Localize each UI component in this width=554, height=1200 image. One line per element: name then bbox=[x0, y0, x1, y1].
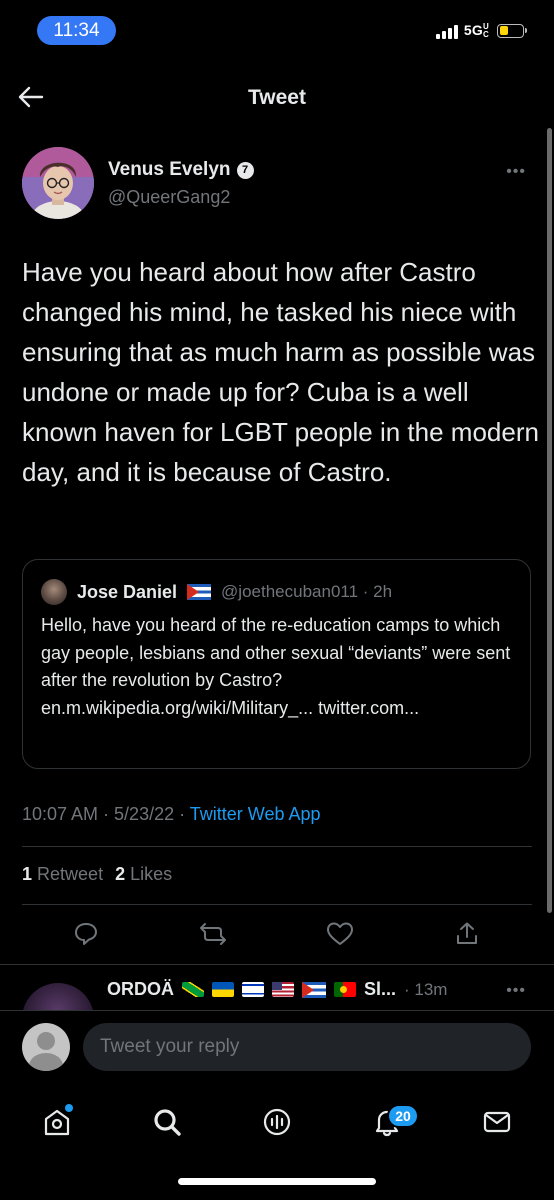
retweet-count: 1 bbox=[22, 864, 33, 884]
cellular-signal-icon bbox=[435, 23, 458, 39]
home-indicator[interactable] bbox=[178, 1178, 376, 1185]
reply-more-options-button[interactable]: ••• bbox=[506, 982, 526, 1000]
tweet-text: Have you heard about how after Castro ch… bbox=[22, 257, 539, 487]
tweet-metadata: 10:07 AM · 5/23/22 · Twitter Web App bbox=[22, 804, 321, 825]
quoted-tweet-header: Jose Daniel @joethecuban011 · 2h bbox=[41, 578, 512, 606]
spaces-icon bbox=[263, 1108, 291, 1136]
divider bbox=[0, 964, 554, 965]
status-indicators: 5GUC bbox=[435, 22, 527, 40]
portugal-flag-icon bbox=[334, 982, 356, 997]
badge-icon: 7 bbox=[236, 161, 254, 179]
author-name-row: Venus Evelyn 7 bbox=[108, 159, 254, 181]
battery-icon bbox=[497, 23, 527, 38]
tab-home[interactable] bbox=[35, 1100, 79, 1144]
search-icon bbox=[154, 1109, 181, 1136]
user-avatar[interactable] bbox=[22, 1023, 70, 1071]
tweet-stats: 1 Retweet 2 Likes bbox=[22, 864, 172, 885]
cuba-flag-icon bbox=[302, 981, 326, 998]
reply-tweet-header[interactable]: ORDOÄ Sl... · 13m bbox=[107, 979, 447, 1000]
author-handle[interactable]: @QueerGang2 bbox=[108, 187, 230, 208]
author-avatar[interactable] bbox=[22, 147, 94, 219]
reply-time: · 13m bbox=[404, 979, 448, 999]
mail-icon bbox=[483, 1111, 511, 1133]
scrollbar[interactable] bbox=[547, 128, 552, 913]
retweets-stat[interactable]: 1 Retweet bbox=[22, 864, 103, 885]
tab-notifications[interactable]: 20 bbox=[365, 1100, 419, 1144]
quoted-author-avatar bbox=[41, 579, 67, 605]
author-name[interactable]: Venus Evelyn bbox=[108, 159, 231, 181]
quoted-author-name: Jose Daniel bbox=[77, 581, 178, 602]
usa-flag-icon bbox=[272, 982, 294, 997]
page-title: Tweet bbox=[248, 86, 306, 109]
ukraine-flag-icon bbox=[212, 982, 234, 997]
like-label: Likes bbox=[130, 864, 173, 884]
reply-input[interactable] bbox=[83, 1023, 531, 1071]
like-count: 2 bbox=[115, 864, 126, 884]
like-button[interactable] bbox=[322, 916, 358, 952]
tab-messages[interactable] bbox=[475, 1100, 519, 1144]
likes-stat[interactable]: 2 Likes bbox=[115, 864, 172, 885]
quoted-tweet-links[interactable]: en.m.wikipedia.org/wiki/Military_... twi… bbox=[41, 695, 512, 723]
retweet-button[interactable] bbox=[195, 916, 231, 952]
quoted-author-handle: @joethecuban011 · 2h bbox=[221, 582, 393, 601]
status-bar: 11:34 5GUC bbox=[0, 0, 554, 60]
reply-button[interactable] bbox=[68, 916, 104, 952]
more-options-button[interactable]: ••• bbox=[506, 163, 526, 181]
tweet-timestamp: 10:07 AM · 5/23/22 · bbox=[22, 804, 190, 824]
retweet-label: Retweet bbox=[37, 864, 104, 884]
share-button[interactable] bbox=[449, 916, 485, 952]
tweet-source-link[interactable]: Twitter Web App bbox=[190, 804, 321, 824]
reply-author-name: ORDOÄ bbox=[107, 979, 174, 999]
retweet-icon bbox=[200, 923, 226, 945]
tweet-header: Tweet bbox=[0, 72, 554, 124]
israel-flag-icon bbox=[242, 982, 264, 997]
tab-spaces[interactable] bbox=[255, 1100, 299, 1144]
reply-author-name-suffix: Sl... bbox=[364, 979, 397, 999]
quoted-tweet-text: Hello, have you heard of the re-educatio… bbox=[41, 612, 512, 722]
divider bbox=[22, 904, 532, 905]
status-time: 11:34 bbox=[37, 16, 116, 45]
tweet-actions bbox=[0, 916, 554, 956]
reply-composer bbox=[0, 1010, 554, 1084]
jamaica-flag-icon bbox=[182, 982, 204, 997]
quoted-tweet[interactable]: Jose Daniel @joethecuban011 · 2h Hello, … bbox=[22, 559, 531, 769]
heart-icon bbox=[327, 922, 353, 945]
network-type: 5GUC bbox=[463, 22, 489, 40]
divider bbox=[22, 846, 532, 847]
tweet-author: Venus Evelyn 7 @QueerGang2 ••• bbox=[22, 147, 532, 219]
share-icon bbox=[457, 922, 477, 944]
quoted-tweet-body: Hello, have you heard of the re-educatio… bbox=[41, 615, 511, 690]
cuba-flag-icon bbox=[187, 584, 212, 600]
notification-count-badge: 20 bbox=[387, 1104, 419, 1128]
avatar-illustration bbox=[22, 147, 94, 219]
new-content-dot bbox=[65, 1104, 73, 1112]
tab-search[interactable] bbox=[145, 1100, 189, 1144]
comment-icon bbox=[75, 923, 97, 945]
